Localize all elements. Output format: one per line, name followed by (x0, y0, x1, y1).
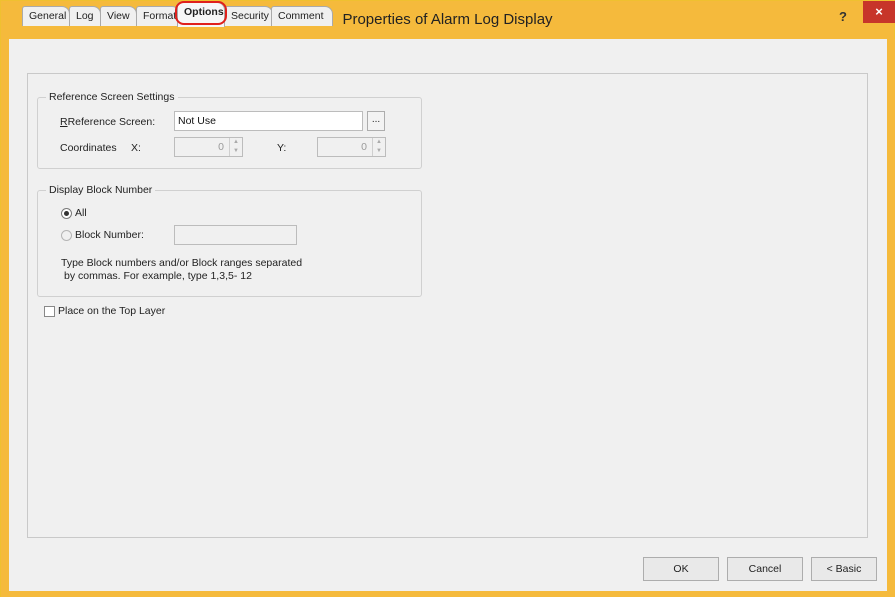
window-border-bottom (1, 591, 895, 597)
close-button[interactable]: × (863, 1, 895, 23)
block-number-hint-line2: by commas. For example, type 1,3,5- 12 (64, 270, 252, 282)
all-radio[interactable] (61, 208, 72, 219)
group-label: Reference Screen Settings (46, 91, 178, 103)
y-coordinate-field: 0 ▲ ▼ (317, 137, 386, 157)
coordinates-label: Coordinates (60, 142, 117, 154)
reference-screen-label-text: Reference Screen: (67, 116, 156, 128)
top-layer-checkbox[interactable] (44, 306, 55, 317)
reference-screen-settings-group: Reference Screen Settings (37, 91, 422, 169)
y-spinner: ▲ ▼ (372, 138, 385, 156)
all-radio-label[interactable]: All (75, 207, 87, 219)
x-coordinate-value: 0 (218, 141, 224, 153)
browse-button[interactable]: ... (367, 111, 385, 131)
help-button[interactable]: ? (830, 7, 856, 27)
window-border-left (1, 39, 9, 597)
spin-down-icon: ▼ (376, 148, 382, 154)
ok-button[interactable]: OK (643, 557, 719, 581)
window-border-right (887, 39, 895, 597)
properties-dialog: Properties of Alarm Log Display ? × Gene… (0, 0, 895, 597)
cancel-button[interactable]: Cancel (727, 557, 803, 581)
block-number-radio-label[interactable]: Block Number: (75, 229, 144, 241)
x-label: X: (131, 142, 141, 154)
block-number-field[interactable] (174, 225, 297, 245)
tab-options[interactable]: Options (175, 1, 227, 27)
tab-format[interactable]: Format (136, 6, 180, 26)
reference-screen-field[interactable]: Not Use (174, 111, 363, 131)
y-coordinate-value: 0 (361, 141, 367, 153)
tab-log[interactable]: Log (69, 6, 101, 26)
tab-general[interactable]: General (22, 6, 70, 26)
spin-up-icon: ▲ (376, 139, 382, 145)
top-layer-label[interactable]: Place on the Top Layer (58, 305, 165, 317)
block-number-hint-line1: Type Block numbers and/or Block ranges s… (61, 257, 303, 269)
tab-view[interactable]: View (100, 6, 137, 26)
tab-comment[interactable]: Comment (271, 6, 333, 26)
spin-up-icon: ▲ (233, 139, 239, 145)
x-coordinate-field: 0 ▲ ▼ (174, 137, 243, 157)
spin-down-icon: ▼ (233, 148, 239, 154)
block-number-radio[interactable] (61, 230, 72, 241)
reference-screen-label: RReference Screen: (60, 116, 156, 128)
y-label: Y: (277, 142, 287, 154)
highlight-ring (175, 1, 227, 25)
group-label: Display Block Number (46, 184, 156, 196)
basic-button[interactable]: < Basic (811, 557, 877, 581)
tab-security[interactable]: Security (224, 6, 273, 26)
x-spinner: ▲ ▼ (229, 138, 242, 156)
